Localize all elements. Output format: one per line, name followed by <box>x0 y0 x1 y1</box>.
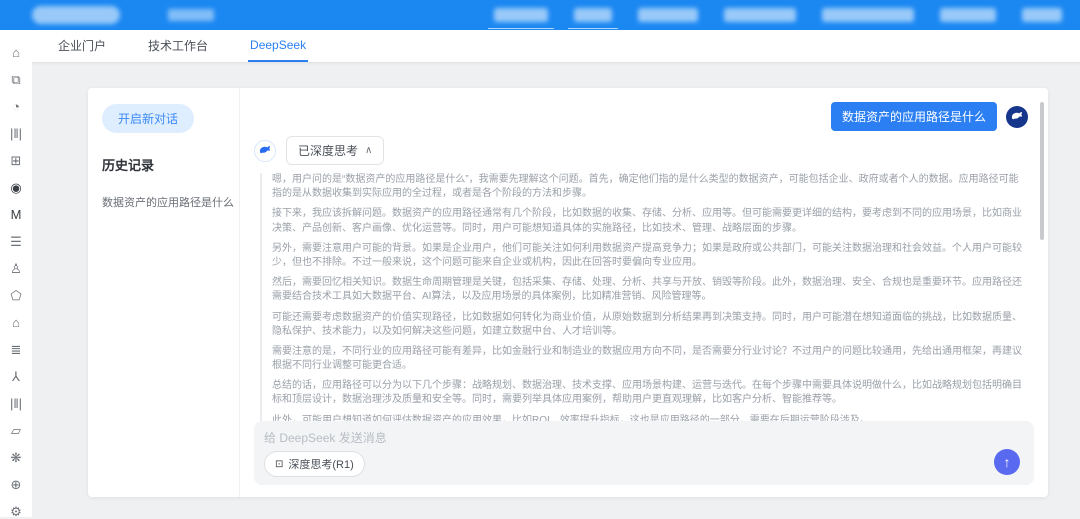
assistant-row: 已深度思考 ∧ <box>254 136 1028 165</box>
icon-rail: ⌂ ⧉ ◔ |‖| ⊞ ◉ M ☰ ♙ ⬠ ⌂ ≣ ⅄ |‖| ▱ ❋ ⊕ ⚙ <box>0 30 32 517</box>
shield-icon[interactable]: ⬠ <box>8 289 24 303</box>
whale-logo-icon <box>258 143 273 158</box>
new-chat-button[interactable]: 开启新对话 <box>102 104 194 133</box>
message-input[interactable] <box>264 429 796 449</box>
folder-icon[interactable]: ▱ <box>8 424 24 438</box>
chat-scrollbar[interactable] <box>1040 102 1044 240</box>
thought-paragraph: 嗯，用户问的是“数据资产的应用路径是什么”，我需要先理解这个问题。首先，确定他们… <box>272 173 1028 201</box>
dark-globe-icon[interactable]: ◉ <box>8 181 24 195</box>
letter-m-icon[interactable]: M <box>8 208 24 222</box>
history-title: 历史记录 <box>102 155 225 174</box>
top-nav-item[interactable] <box>574 8 612 22</box>
barcode2-icon[interactable]: |‖| <box>8 397 24 411</box>
pie-chart-icon[interactable]: ◔ <box>8 100 24 114</box>
folder-plus-icon[interactable]: ⊞ <box>8 154 24 168</box>
thought-content: 嗯，用户问的是“数据资产的应用路径是什么”，我需要先理解这个问题。首先，确定他们… <box>260 173 1028 427</box>
workspace: 开启新对话 历史记录 数据资产的应用路径是什么 数据资产的应用路径是什么 已深度… <box>32 62 1080 517</box>
user-message-row: 数据资产的应用路径是什么 <box>254 102 1028 131</box>
thought-paragraph: 另外，需要注意用户可能的背景。如果是企业用户，他们可能关注如何利用数据资产提高竞… <box>272 242 1028 270</box>
top-nav-item[interactable] <box>494 8 548 22</box>
chat-card: 开启新对话 历史记录 数据资产的应用路径是什么 数据资产的应用路径是什么 已深度… <box>88 88 1048 497</box>
user-icon[interactable]: ♙ <box>8 262 24 276</box>
menu-lines-icon[interactable]: ☰ <box>8 235 24 249</box>
deep-think-icon: ⊡ <box>275 459 283 470</box>
layers-icon[interactable]: ≣ <box>8 343 24 357</box>
thought-paragraph: 然后，需要回忆相关知识。数据生命周期管理是关键，包括采集、存储、处理、分析、共享… <box>272 276 1028 304</box>
user-avatar <box>1006 106 1028 128</box>
top-nav <box>494 0 1062 30</box>
thought-paragraph: 接下来，我应该拆解问题。数据资产的应用路径通常有几个阶段，比如数据的收集、存储、… <box>272 207 1028 235</box>
brand-logo <box>32 6 120 24</box>
tab-deepseek[interactable]: DeepSeek <box>248 30 308 62</box>
assistant-avatar <box>254 140 276 162</box>
barcode-icon[interactable]: |‖| <box>8 127 24 141</box>
home-icon[interactable]: ⌂ <box>8 46 24 60</box>
arrow-up-icon: ↑ <box>1004 454 1011 470</box>
user-message-bubble: 数据资产的应用路径是什么 <box>831 102 997 131</box>
send-button[interactable]: ↑ <box>994 449 1020 475</box>
tab-enterprise-portal[interactable]: 企业门户 <box>56 30 108 62</box>
thought-paragraph: 需要注意的是，不同行业的应用路径可能有差异，比如金融行业和制造业的数据应用方向不… <box>272 345 1028 373</box>
whale-logo-icon <box>1010 109 1025 124</box>
thought-paragraph: 可能还需要考虑数据资产的价值实现路径，比如数据如何转化为商业价值，从原始数据到分… <box>272 311 1028 339</box>
deep-think-label: 深度思考(R1) <box>288 456 353 472</box>
thought-toggle-button[interactable]: 已深度思考 ∧ <box>286 136 384 165</box>
chat-column: 数据资产的应用路径是什么 已深度思考 ∧ 嗯，用户问的是“数据资产的应用路径是什… <box>240 88 1048 497</box>
top-bar <box>0 0 1080 30</box>
thought-toggle-label: 已深度思考 <box>298 142 358 159</box>
top-nav-item[interactable] <box>1022 8 1062 22</box>
flow-icon[interactable]: ⅄ <box>8 370 24 384</box>
org-chart-icon[interactable]: ⧉ <box>8 73 24 87</box>
top-nav-item[interactable] <box>724 8 796 22</box>
home2-icon[interactable]: ⌂ <box>8 316 24 330</box>
top-nav-item[interactable] <box>940 8 996 22</box>
top-nav-item[interactable] <box>822 8 914 22</box>
history-panel: 开启新对话 历史记录 数据资产的应用路径是什么 <box>88 88 240 497</box>
deep-think-button[interactable]: ⊡ 深度思考(R1) <box>264 451 365 477</box>
message-composer: ⊡ 深度思考(R1) ↑ <box>254 421 1034 485</box>
thought-paragraph: 总结的话，应用路径可以分为以下几个步骤：战略规划、数据治理、技术支撑、应用场景构… <box>272 379 1028 407</box>
brand-text <box>168 9 214 21</box>
chevron-up-icon: ∧ <box>365 145 372 156</box>
top-nav-item[interactable] <box>638 8 698 22</box>
tab-tech-workbench[interactable]: 技术工作台 <box>146 30 210 62</box>
history-item[interactable]: 数据资产的应用路径是什么 <box>102 194 225 210</box>
globe-icon[interactable]: ⊕ <box>8 478 24 492</box>
badge-icon[interactable]: ❋ <box>8 451 24 465</box>
tab-bar: 企业门户 技术工作台 DeepSeek <box>32 30 1080 62</box>
